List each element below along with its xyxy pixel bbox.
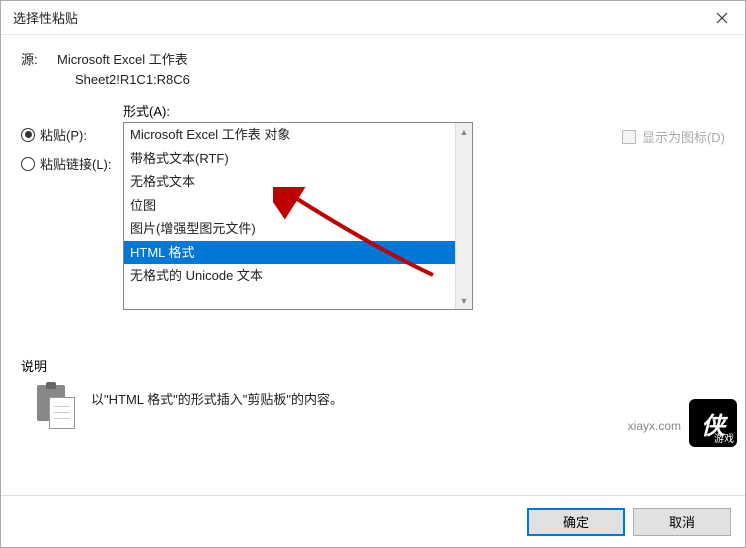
description-label: 说明 [21,356,725,375]
list-item[interactable]: 位图 [124,194,455,218]
dialog-footer: 确定 取消 [1,495,745,547]
radio-paste-link[interactable]: 粘贴链接(L): [21,154,123,173]
list-item[interactable]: 图片(增强型图元文件) [124,217,455,241]
description-text: 以"HTML 格式"的形式插入"剪贴板"的内容。 [91,385,343,408]
scroll-up-icon[interactable]: ▲ [456,123,472,140]
checkbox-icon [622,130,636,144]
dialog-title: 选择性粘贴 [13,8,78,27]
format-label: 形式(A): [123,101,592,120]
ok-button[interactable]: 确定 [527,508,625,536]
paste-special-dialog: 选择性粘贴 源: Microsoft Excel 工作表 Sheet2!R1C1… [0,0,746,548]
source-app: Microsoft Excel 工作表 [57,49,188,68]
radio-paste-label: 粘贴(P): [40,125,87,144]
list-item[interactable]: 带格式文本(RTF) [124,147,455,171]
scroll-down-icon[interactable]: ▼ [456,292,472,309]
radio-icon [21,157,35,171]
list-item[interactable]: Microsoft Excel 工作表 对象 [124,123,455,147]
radio-paste[interactable]: 粘贴(P): [21,125,123,144]
show-as-icon-label: 显示为图标(D) [642,127,725,146]
show-as-icon-checkbox: 显示为图标(D) [622,127,725,146]
list-item[interactable]: HTML 格式 [124,241,455,265]
radio-icon [21,128,35,142]
scrollbar[interactable]: ▲ ▼ [455,123,472,309]
clipboard-icon [37,385,77,429]
close-button[interactable] [699,1,745,34]
titlebar: 选择性粘贴 [1,1,745,35]
source-label: 源: [21,49,57,68]
cancel-button[interactable]: 取消 [633,508,731,536]
radio-paste-link-label: 粘贴链接(L): [40,154,112,173]
source-range: Sheet2!R1C1:R8C6 [75,72,725,87]
list-item[interactable]: 无格式文本 [124,170,455,194]
format-listbox[interactable]: Microsoft Excel 工作表 对象带格式文本(RTF)无格式文本位图图… [123,122,473,310]
close-icon [716,12,728,24]
list-item[interactable]: 无格式的 Unicode 文本 [124,264,455,288]
